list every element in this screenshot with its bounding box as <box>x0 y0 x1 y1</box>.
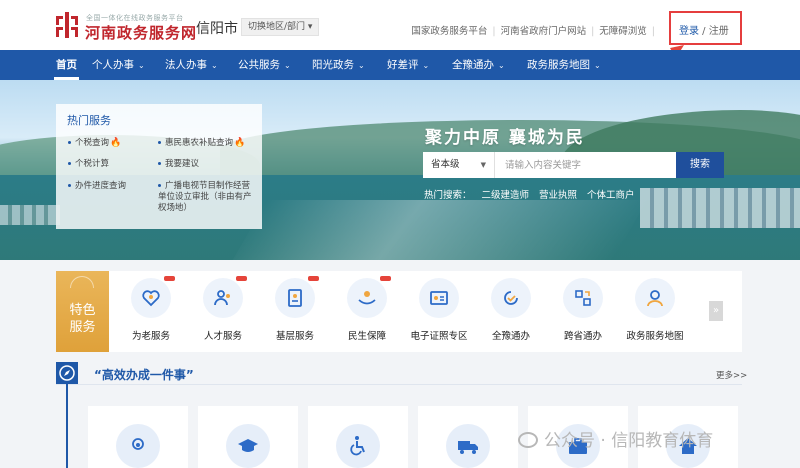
service-map[interactable]: 政务服务地图 <box>619 278 691 342</box>
section-title: “高效办成一件事” <box>94 368 194 382</box>
current-city: 信阳市 <box>196 21 238 37</box>
chevron-down-icon: ⌄ <box>594 61 601 70</box>
site-logo-icon[interactable] <box>56 12 78 38</box>
nav-service-map[interactable]: 政务服务地图 ⌄ <box>527 50 601 80</box>
hot-search-label: 热门搜索： <box>424 190 472 201</box>
nav-corporate[interactable]: 法人办事 ⌄ <box>165 50 218 80</box>
search-button[interactable]: 搜索 <box>676 152 724 178</box>
switch-region-button[interactable]: 切换地区/部门 ▾ <box>241 18 320 36</box>
search-level-select[interactable]: 省本级 ▼ <box>423 152 495 178</box>
caret-down-icon: ▼ <box>480 161 486 169</box>
hot-item-subsidy-query[interactable]: 惠民惠农补贴查询🔥 <box>158 138 245 149</box>
efficiency-card[interactable] <box>308 406 408 468</box>
chevron-down-icon: ⌄ <box>211 61 218 70</box>
service-elderly[interactable]: 为老服务 <box>115 276 187 342</box>
service-grassroots[interactable]: 基层服务 <box>259 276 331 342</box>
efficiency-card[interactable] <box>418 406 518 468</box>
service-henan-universal[interactable]: 全豫通办 <box>475 278 547 342</box>
service-livelihood[interactable]: 民生保障 <box>331 276 403 342</box>
chevron-down-icon: ⌄ <box>138 61 145 70</box>
compass-icon <box>56 362 78 384</box>
baby-icon <box>132 438 144 450</box>
truck-icon <box>458 441 478 454</box>
hot-item-suggestion[interactable]: 我要建议 <box>158 159 199 170</box>
logo-title[interactable]: 河南政务服务网 <box>85 22 197 43</box>
hot-services-title: 热门服务 <box>67 114 111 127</box>
hot-item-progress-query[interactable]: 办件进度查询 <box>68 181 126 192</box>
chevron-down-icon: ⌄ <box>284 61 291 70</box>
login-register: 登录 / 注册 <box>679 26 729 37</box>
cycle-check-icon <box>504 291 518 305</box>
service-e-license[interactable]: 电子证照专区 <box>403 278 475 342</box>
elderly-heart-icon <box>142 290 160 307</box>
chevron-down-icon: ⌄ <box>422 61 430 70</box>
chevron-down-icon: ⌄ <box>498 61 505 70</box>
nav-home[interactable]: 首页 <box>54 50 79 80</box>
login-link[interactable]: 登录 <box>679 26 699 37</box>
hot-search-item[interactable]: 个体工商户 <box>587 190 635 201</box>
main-nav: 首页 个人办事 ⌄ 法人办事 ⌄ 公共服务 ⌄ 阳光政务 ⌄ 好差评 ⌄ 全豫通办 ⌄ 政务… <box>0 50 800 80</box>
link-national-platform[interactable]: 国家政务服务平台 <box>411 26 487 37</box>
featured-label: 特色 服务 <box>56 271 109 352</box>
nav-public-service[interactable]: 公共服务 ⌄ <box>238 50 291 80</box>
hot-services-panel: 热门服务 个税查询🔥 惠民惠农补贴查询🔥 个税计算 我要建议 办件进度查询 广播… <box>56 104 262 229</box>
hot-item-tax-query[interactable]: 个税查询🔥 <box>68 138 121 149</box>
efficiency-card[interactable] <box>88 406 188 468</box>
wechat-icon <box>518 432 538 448</box>
section-more-link[interactable]: 更多>> <box>716 369 747 381</box>
document-icon <box>288 289 302 307</box>
chevron-down-icon: ⌄ <box>358 61 365 70</box>
hot-item-tax-calc[interactable]: 个税计算 <box>68 159 109 170</box>
hot-search-item[interactable]: 营业执照 <box>539 190 577 201</box>
map-person-icon <box>647 290 663 307</box>
people-icon <box>214 290 230 306</box>
nav-sunshine-gov[interactable]: 阳光政务 ⌄ <box>312 50 365 80</box>
id-card-icon <box>430 291 448 305</box>
service-talent[interactable]: 人才服务 <box>187 276 259 342</box>
transfer-icon <box>575 290 591 306</box>
fire-icon: 🔥 <box>110 138 122 148</box>
efficiency-card[interactable] <box>198 406 298 468</box>
featured-services: 特色 服务 为老服务 人才服务 基层服务 民生保障 电子证照专区 全豫通办 跨省… <box>56 271 742 352</box>
wechat-watermark: 公众号 · 信阳教育体育 <box>518 426 713 451</box>
hot-item-broadcast-approval[interactable]: 广播电视节目制作经营单位设立审批（非由有产权场地） <box>158 181 256 214</box>
link-accessibility[interactable]: 无障碍浏览 <box>599 26 647 37</box>
services-next-button[interactable]: » <box>709 301 723 321</box>
hot-search: 热门搜索： 二级建造师 营业执照 个体工商户 <box>424 187 645 201</box>
search-input[interactable] <box>496 152 676 178</box>
service-cross-province[interactable]: 跨省通办 <box>547 278 619 342</box>
banner-slogan: 聚力中原 襄城为民 <box>425 128 585 148</box>
link-provincial-portal[interactable]: 河南省政府门户网站 <box>501 26 587 37</box>
nav-personal[interactable]: 个人办事 ⌄ <box>92 50 145 80</box>
nav-review[interactable]: 好差评 ⌄ <box>387 50 429 80</box>
fire-icon: 🔥 <box>234 138 246 148</box>
hand-care-icon <box>358 291 376 305</box>
graduation-cap-icon <box>238 439 258 452</box>
hot-search-item[interactable]: 二级建造师 <box>482 190 530 201</box>
nav-henan-universal[interactable]: 全豫通办 ⌄ <box>452 50 505 80</box>
register-link[interactable]: 注册 <box>709 26 729 37</box>
top-links: 国家政务服务平台 | 河南省政府门户网站 | 无障碍浏览 | <box>411 26 655 37</box>
wheelchair-icon <box>350 436 365 456</box>
